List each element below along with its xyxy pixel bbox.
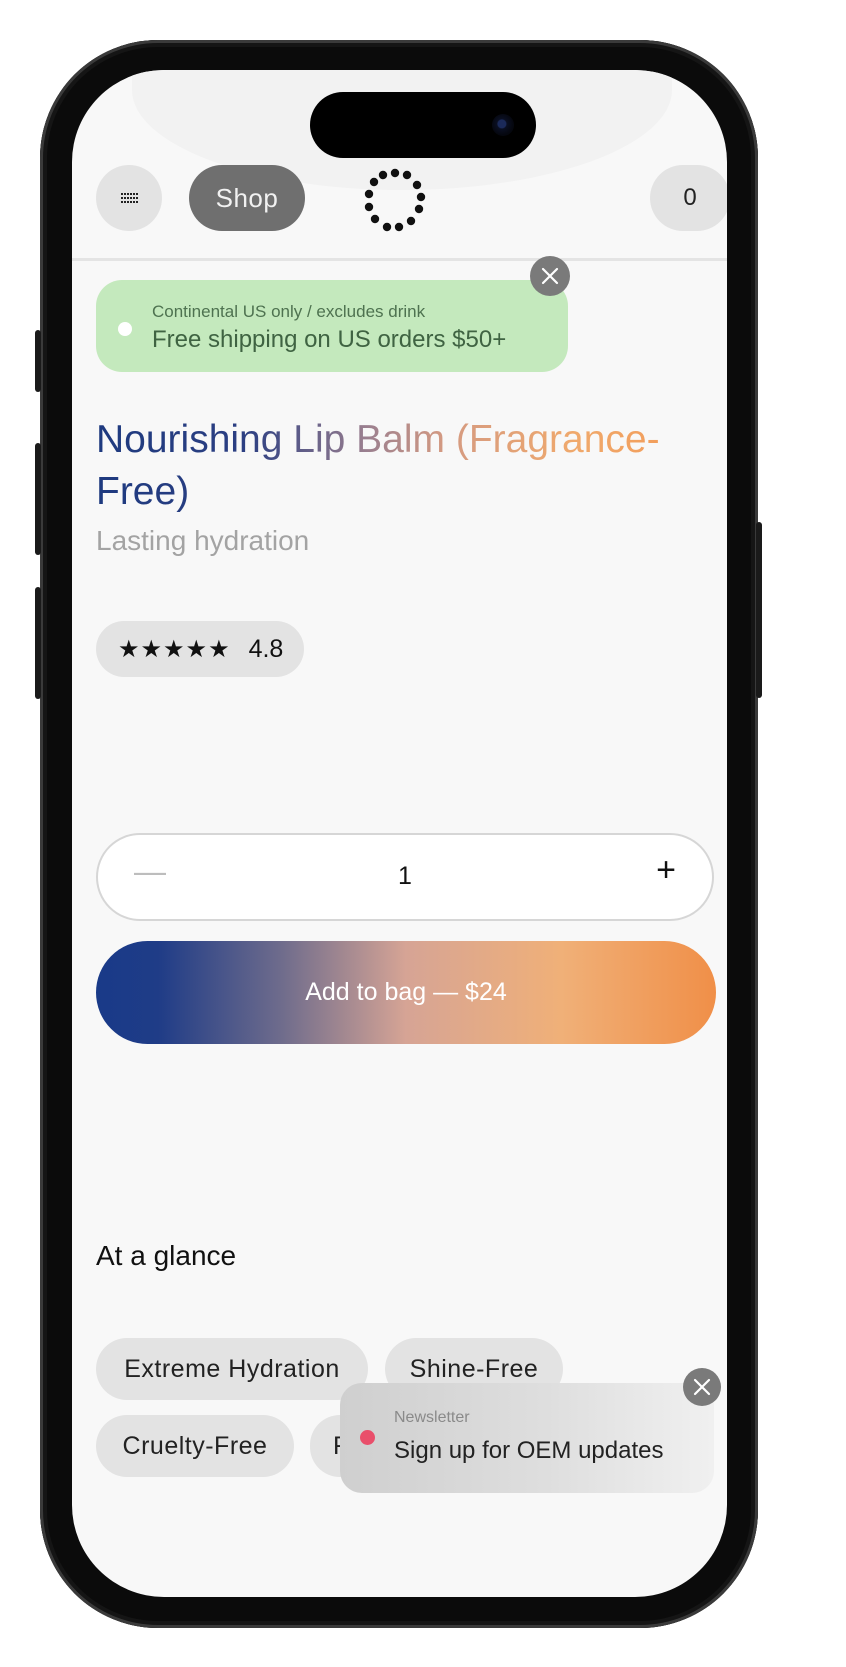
status-dot — [118, 322, 132, 336]
menu-button[interactable] — [96, 165, 162, 231]
newsletter-toast[interactable]: Newsletter Sign up for OEM updates — [340, 1383, 714, 1493]
dynamic-island — [310, 92, 536, 158]
decrease-quantity-button[interactable]: — — [134, 853, 166, 890]
increase-quantity-button[interactable]: + — [656, 851, 676, 890]
notification-dot — [360, 1430, 375, 1445]
shipping-note: Continental US only / excludes drink — [152, 302, 426, 321]
rating-badge[interactable]: ★★★★★ 4.8 — [96, 621, 304, 677]
add-to-bag-button[interactable]: Add to bag — $24 — [96, 941, 716, 1044]
at-a-glance-heading: At a glance — [96, 1240, 237, 1271]
close-icon — [693, 1378, 711, 1396]
feature-chip: Extreme Hydration — [96, 1338, 368, 1400]
quantity-value: 1 — [398, 862, 412, 890]
volume-down-button — [35, 587, 41, 699]
feature-chip: Cruelty-Free — [96, 1415, 294, 1477]
menu-icon — [120, 193, 138, 203]
newsletter-label: Newsletter — [394, 1409, 470, 1426]
cart-count-button[interactable]: 0 — [650, 165, 727, 231]
shop-button[interactable]: Shop — [189, 165, 305, 231]
brand-logo-icon[interactable] — [362, 168, 428, 234]
quantity-stepper: — 1 + — [96, 833, 714, 921]
product-title: Nourishing Lip Balm (Fragrance-Free) — [96, 414, 696, 518]
action-button — [35, 330, 41, 392]
shipping-banner: Continental US only / excludes drink Fre… — [96, 280, 568, 372]
close-icon — [541, 267, 559, 285]
newsletter-message: Sign up for OEM updates — [394, 1437, 664, 1464]
rating-value: 4.8 — [248, 634, 284, 663]
header-divider — [72, 258, 727, 261]
newsletter-close-button[interactable] — [683, 1368, 721, 1406]
camera-lens — [492, 114, 514, 136]
product-subtitle: Lasting hydration — [96, 525, 310, 556]
screen: Shop 0 Continental US only / excludes dr… — [72, 70, 727, 1597]
shipping-message: Free shipping on US orders $50+ — [152, 326, 507, 353]
volume-up-button — [35, 443, 41, 555]
shipping-close-button[interactable] — [530, 256, 570, 296]
star-rating-icon: ★★★★★ — [118, 635, 231, 663]
power-button — [756, 522, 762, 698]
